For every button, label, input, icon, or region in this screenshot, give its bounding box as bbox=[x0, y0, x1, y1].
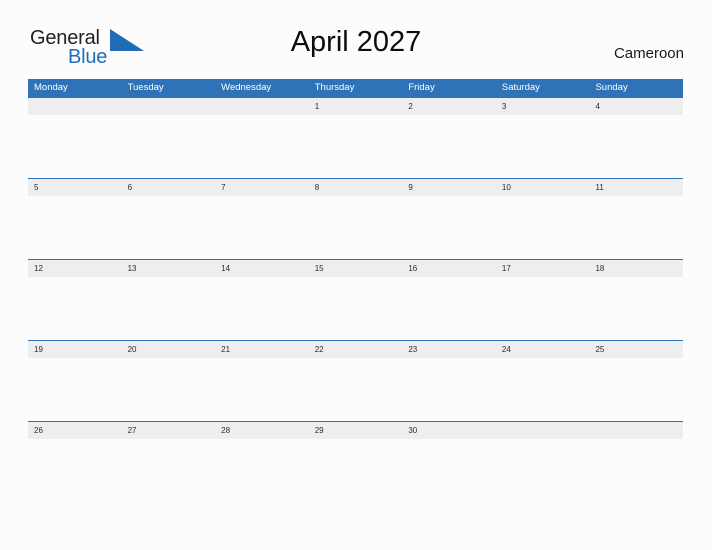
day-cell[interactable]: 5 bbox=[28, 179, 122, 196]
day-cell[interactable]: 3 bbox=[496, 98, 590, 115]
calendar-week-row: 12 13 14 15 16 17 18 bbox=[28, 259, 683, 340]
day-cell[interactable]: 13 bbox=[122, 260, 216, 277]
day-cell[interactable]: 30 bbox=[402, 422, 496, 439]
day-cell[interactable]: 25 bbox=[589, 341, 683, 358]
day-cell[interactable]: 14 bbox=[215, 260, 309, 277]
calendar-week-row: 1 2 3 4 bbox=[28, 97, 683, 178]
week-note-area[interactable] bbox=[28, 277, 683, 340]
day-cell[interactable]: 1 bbox=[309, 98, 403, 115]
weekday-header-wednesday: Wednesday bbox=[221, 82, 272, 93]
day-cell[interactable]: 29 bbox=[309, 422, 403, 439]
weekday-header-thursday: Thursday bbox=[314, 82, 355, 93]
day-cell[interactable]: 15 bbox=[309, 260, 403, 277]
weekday-header-row: Monday Tuesday Wednesday Thursday Friday… bbox=[28, 79, 683, 97]
country-label: Cameroon bbox=[613, 45, 684, 62]
page-title: April 2027 bbox=[290, 26, 422, 58]
day-cell[interactable] bbox=[215, 98, 309, 115]
day-cell[interactable] bbox=[28, 98, 122, 115]
day-cell[interactable]: 24 bbox=[496, 341, 590, 358]
weekday-header-friday: Friday bbox=[408, 82, 435, 93]
calendar-page: General Blue April 2027 Cameroon Monday … bbox=[0, 0, 712, 550]
day-cell[interactable]: 19 bbox=[28, 341, 122, 358]
calendar-week-row: 5 6 7 8 9 10 11 bbox=[28, 178, 683, 259]
week-date-strip: 26 27 28 29 30 bbox=[28, 422, 683, 439]
day-cell[interactable]: 26 bbox=[28, 422, 122, 439]
weekday-header-saturday: Saturday bbox=[501, 82, 540, 93]
day-cell[interactable] bbox=[122, 98, 216, 115]
day-cell[interactable]: 12 bbox=[28, 260, 122, 277]
week-date-strip: 12 13 14 15 16 17 18 bbox=[28, 260, 683, 277]
day-cell[interactable]: 28 bbox=[215, 422, 309, 439]
weekday-header-monday: Monday bbox=[34, 82, 68, 93]
calendar-grid: Monday Tuesday Wednesday Thursday Friday… bbox=[28, 79, 683, 502]
calendar-week-row: 26 27 28 29 30 bbox=[28, 421, 683, 502]
week-date-strip: 1 2 3 4 bbox=[28, 98, 683, 115]
day-cell[interactable]: 2 bbox=[402, 98, 496, 115]
day-cell[interactable]: 22 bbox=[309, 341, 403, 358]
week-date-strip: 19 20 21 22 23 24 25 bbox=[28, 341, 683, 358]
page-header: General Blue April 2027 Cameroon bbox=[28, 26, 684, 72]
day-cell[interactable]: 20 bbox=[122, 341, 216, 358]
day-cell[interactable]: 18 bbox=[589, 260, 683, 277]
day-cell[interactable]: 4 bbox=[589, 98, 683, 115]
day-cell[interactable]: 9 bbox=[402, 179, 496, 196]
day-cell[interactable]: 10 bbox=[496, 179, 590, 196]
calendar-week-row: 19 20 21 22 23 24 25 bbox=[28, 340, 683, 421]
day-cell[interactable]: 23 bbox=[402, 341, 496, 358]
week-note-area[interactable] bbox=[28, 115, 683, 178]
day-cell[interactable]: 7 bbox=[215, 179, 309, 196]
day-cell[interactable]: 21 bbox=[215, 341, 309, 358]
day-cell[interactable] bbox=[589, 422, 683, 439]
day-cell[interactable]: 16 bbox=[402, 260, 496, 277]
week-note-area[interactable] bbox=[28, 358, 683, 421]
week-date-strip: 5 6 7 8 9 10 11 bbox=[28, 179, 683, 196]
day-cell[interactable]: 11 bbox=[589, 179, 683, 196]
weekday-header-sunday: Sunday bbox=[595, 82, 628, 93]
day-cell[interactable] bbox=[496, 422, 590, 439]
week-note-area[interactable] bbox=[28, 196, 683, 259]
day-cell[interactable]: 6 bbox=[122, 179, 216, 196]
weekday-header-tuesday: Tuesday bbox=[127, 82, 164, 93]
week-note-area[interactable] bbox=[28, 439, 683, 502]
day-cell[interactable]: 27 bbox=[122, 422, 216, 439]
day-cell[interactable]: 8 bbox=[309, 179, 403, 196]
day-cell[interactable]: 17 bbox=[496, 260, 590, 277]
